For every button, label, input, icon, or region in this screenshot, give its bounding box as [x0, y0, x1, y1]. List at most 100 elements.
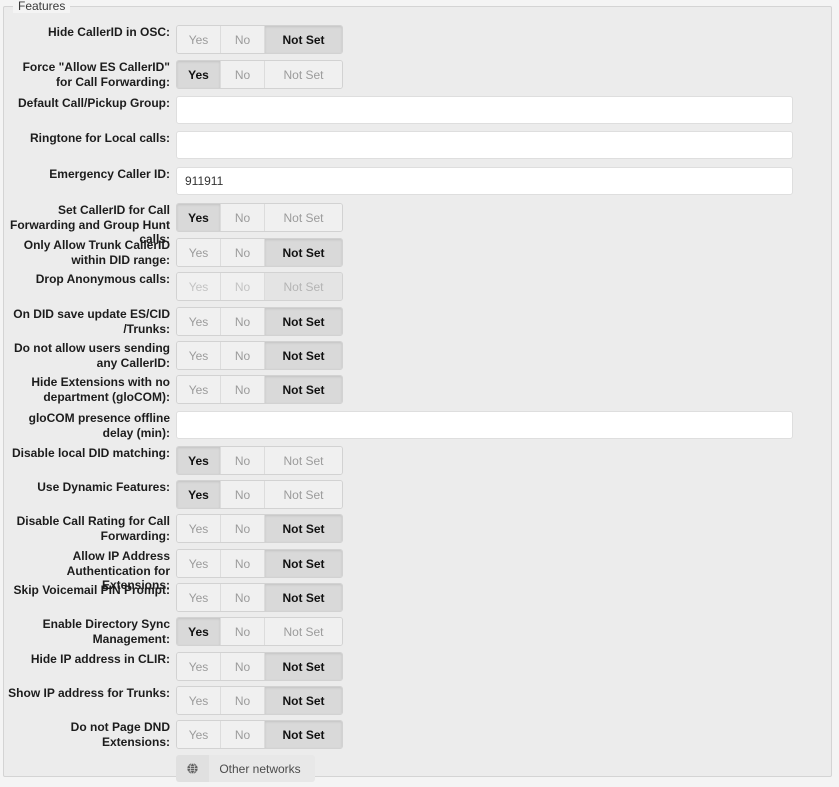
toggle-group-do-not-allow-users-sending-any-callerid[interactable]: Yes No Not Set: [176, 341, 343, 370]
option-not-set-hide-extensions-with-no-department-glocom[interactable]: Not Set: [265, 376, 342, 403]
option-yes-hide-ip-address-in-clir[interactable]: Yes: [177, 653, 221, 680]
option-no-hide-extensions-with-no-department-glocom[interactable]: No: [221, 376, 265, 403]
option-no-do-not-page-dnd-extensions[interactable]: No: [221, 721, 265, 748]
form-row: Only Allow Trunk CallerID within DID ran…: [4, 238, 833, 267]
toggle-group-drop-anonymous-calls[interactable]: Yes No Not Set: [176, 272, 343, 301]
option-no-on-did-save-update-es-cid-trunks[interactable]: No: [221, 308, 265, 335]
option-not-set-force-allow-es-callerid-for-call-forwarding[interactable]: Not Set: [265, 61, 342, 88]
label-enable-directory-sync-management: Enable Directory Sync Management:: [42, 617, 170, 646]
toggle-group-hide-callerid-in-osc[interactable]: Yes No Not Set: [176, 25, 343, 54]
option-no-do-not-allow-users-sending-any-callerid[interactable]: No: [221, 342, 265, 369]
option-yes-only-allow-trunk-callerid-within-did-range[interactable]: Yes: [177, 239, 221, 266]
label-force-allow-es-callerid-for-call-forwarding: Force "Allow ES CallerID" for Call Forwa…: [22, 60, 170, 89]
option-yes-enable-directory-sync-management[interactable]: Yes: [177, 618, 221, 645]
toggle-group-force-allow-es-callerid-for-call-forwarding[interactable]: Yes No Not Set: [176, 60, 343, 89]
option-yes-on-did-save-update-es-cid-trunks[interactable]: Yes: [177, 308, 221, 335]
input-default-call-pickup-group[interactable]: [176, 96, 793, 124]
option-yes-disable-call-rating-for-call-forwarding[interactable]: Yes: [177, 515, 221, 542]
option-not-set-disable-local-did-matching[interactable]: Not Set: [265, 447, 342, 474]
label-ringtone-for-local-calls: Ringtone for Local calls:: [29, 131, 170, 145]
option-no-only-allow-trunk-callerid-within-did-range[interactable]: No: [221, 239, 265, 266]
toggle-group-skip-voicemail-pin-prompt[interactable]: Yes No Not Set: [176, 583, 343, 612]
toggle-group-allow-ip-address-authentication-for-extensions[interactable]: Yes No Not Set: [176, 549, 343, 578]
option-not-set-do-not-allow-users-sending-any-callerid[interactable]: Not Set: [265, 342, 342, 369]
option-no-skip-voicemail-pin-prompt[interactable]: No: [221, 584, 265, 611]
toggle-group-enable-directory-sync-management[interactable]: Yes No Not Set: [176, 617, 343, 646]
form-row: gloCOM presence offline delay (min):: [4, 411, 833, 440]
label-skip-voicemail-pin-prompt: Skip Voicemail PIN Prompt:: [13, 583, 170, 597]
option-yes-hide-callerid-in-osc[interactable]: Yes: [177, 26, 221, 53]
option-yes-do-not-page-dnd-extensions[interactable]: Yes: [177, 721, 221, 748]
option-not-set-enable-directory-sync-management[interactable]: Not Set: [265, 618, 342, 645]
form-row: Use Dynamic Features: Yes No Not Set: [4, 480, 833, 509]
option-yes-hide-extensions-with-no-department-glocom[interactable]: Yes: [177, 376, 221, 403]
label-do-not-page-dnd-extensions: Do not Page DND Extensions:: [70, 720, 170, 749]
option-no-disable-call-rating-for-call-forwarding[interactable]: No: [221, 515, 265, 542]
form-row: Skip Voicemail PIN Prompt: Yes No Not Set: [4, 583, 833, 612]
option-not-set-on-did-save-update-es-cid-trunks[interactable]: Not Set: [265, 308, 342, 335]
features-panel: Features Hide CallerID in OSC: Yes No Not S…: [3, 0, 833, 782]
option-not-set-hide-callerid-in-osc[interactable]: Not Set: [265, 26, 342, 53]
toggle-group-set-callerid-for-call-forwarding-and-group-hunt-calls[interactable]: Yes No Not Set: [176, 203, 343, 232]
option-no-disable-local-did-matching[interactable]: No: [221, 447, 265, 474]
form-row: On DID save update ES/CID /Trunks: Yes No N…: [4, 307, 833, 336]
other-networks-row: Other networks: [4, 755, 833, 782]
form-row: Enable Directory Sync Management: Yes No No…: [4, 617, 833, 646]
option-not-set-disable-call-rating-for-call-forwarding[interactable]: Not Set: [265, 515, 342, 542]
form-row: Force "Allow ES CallerID" for Call Forwa…: [4, 60, 833, 89]
label-hide-callerid-in-osc: Hide CallerID in OSC:: [47, 25, 170, 39]
option-not-set-use-dynamic-features[interactable]: Not Set: [265, 481, 342, 508]
form-row: Disable Call Rating for Call Forwarding:…: [4, 514, 833, 543]
form-row: Hide IP address in CLIR: Yes No Not Set: [4, 652, 833, 681]
form-row: Default Call/Pickup Group:: [4, 96, 833, 124]
option-yes-show-ip-address-for-trunks[interactable]: Yes: [177, 687, 221, 714]
toggle-group-on-did-save-update-es-cid-trunks[interactable]: Yes No Not Set: [176, 307, 343, 336]
option-yes-drop-anonymous-calls: Yes: [177, 273, 221, 300]
toggle-group-disable-local-did-matching[interactable]: Yes No Not Set: [176, 446, 343, 475]
option-no-force-allow-es-callerid-for-call-forwarding[interactable]: No: [221, 61, 265, 88]
toggle-group-hide-extensions-with-no-department-glocom[interactable]: Yes No Not Set: [176, 375, 343, 404]
toggle-group-do-not-page-dnd-extensions[interactable]: Yes No Not Set: [176, 720, 343, 749]
option-no-enable-directory-sync-management[interactable]: No: [221, 618, 265, 645]
option-not-set-show-ip-address-for-trunks[interactable]: Not Set: [265, 687, 342, 714]
input-emergency-caller-id[interactable]: [176, 167, 793, 195]
label-use-dynamic-features: Use Dynamic Features:: [37, 480, 170, 494]
option-yes-skip-voicemail-pin-prompt[interactable]: Yes: [177, 584, 221, 611]
option-yes-force-allow-es-callerid-for-call-forwarding[interactable]: Yes: [177, 61, 221, 88]
toggle-group-use-dynamic-features[interactable]: Yes No Not Set: [176, 480, 343, 509]
option-no-drop-anonymous-calls: No: [221, 273, 265, 300]
option-not-set-do-not-page-dnd-extensions[interactable]: Not Set: [265, 721, 342, 748]
label-hide-extensions-with-no-department-glocom: Hide Extensions with no department (gloC…: [31, 375, 170, 404]
option-no-set-callerid-for-call-forwarding-and-group-hunt-calls[interactable]: No: [221, 204, 265, 231]
option-no-allow-ip-address-authentication-for-extensions[interactable]: No: [221, 550, 265, 577]
option-no-hide-ip-address-in-clir[interactable]: No: [221, 653, 265, 680]
option-no-use-dynamic-features[interactable]: No: [221, 481, 265, 508]
option-not-set-allow-ip-address-authentication-for-extensions[interactable]: Not Set: [265, 550, 342, 577]
other-networks-button[interactable]: Other networks: [176, 755, 315, 782]
option-no-show-ip-address-for-trunks[interactable]: No: [221, 687, 265, 714]
option-no-hide-callerid-in-osc[interactable]: No: [221, 26, 265, 53]
option-yes-set-callerid-for-call-forwarding-and-group-hunt-calls[interactable]: Yes: [177, 204, 221, 231]
option-yes-disable-local-did-matching[interactable]: Yes: [177, 447, 221, 474]
globe-icon: [176, 755, 209, 782]
toggle-group-hide-ip-address-in-clir[interactable]: Yes No Not Set: [176, 652, 343, 681]
label-glocom-presence-offline-delay: gloCOM presence offline delay (min):: [28, 411, 170, 440]
option-not-set-skip-voicemail-pin-prompt[interactable]: Not Set: [265, 584, 342, 611]
label-show-ip-address-for-trunks: Show IP address for Trunks:: [8, 686, 170, 700]
label-default-call-pickup-group: Default Call/Pickup Group:: [17, 96, 170, 110]
input-glocom-presence-offline-delay[interactable]: [176, 411, 793, 439]
toggle-group-show-ip-address-for-trunks[interactable]: Yes No Not Set: [176, 686, 343, 715]
option-yes-do-not-allow-users-sending-any-callerid[interactable]: Yes: [177, 342, 221, 369]
option-yes-use-dynamic-features[interactable]: Yes: [177, 481, 221, 508]
option-yes-allow-ip-address-authentication-for-extensions[interactable]: Yes: [177, 550, 221, 577]
label-only-allow-trunk-callerid-within-did-range: Only Allow Trunk CallerID within DID ran…: [23, 238, 170, 267]
toggle-group-only-allow-trunk-callerid-within-did-range[interactable]: Yes No Not Set: [176, 238, 343, 267]
option-not-set-only-allow-trunk-callerid-within-did-range[interactable]: Not Set: [265, 239, 342, 266]
option-not-set-hide-ip-address-in-clir[interactable]: Not Set: [265, 653, 342, 680]
label-do-not-allow-users-sending-any-callerid: Do not allow users sending any CallerID:: [13, 341, 170, 370]
option-not-set-set-callerid-for-call-forwarding-and-group-hunt-calls[interactable]: Not Set: [265, 204, 342, 231]
option-not-set-drop-anonymous-calls: Not Set: [265, 273, 342, 300]
toggle-group-disable-call-rating-for-call-forwarding[interactable]: Yes No Not Set: [176, 514, 343, 543]
form-row: Hide Extensions with no department (gloC…: [4, 375, 833, 404]
input-ringtone-for-local-calls[interactable]: [176, 131, 793, 159]
